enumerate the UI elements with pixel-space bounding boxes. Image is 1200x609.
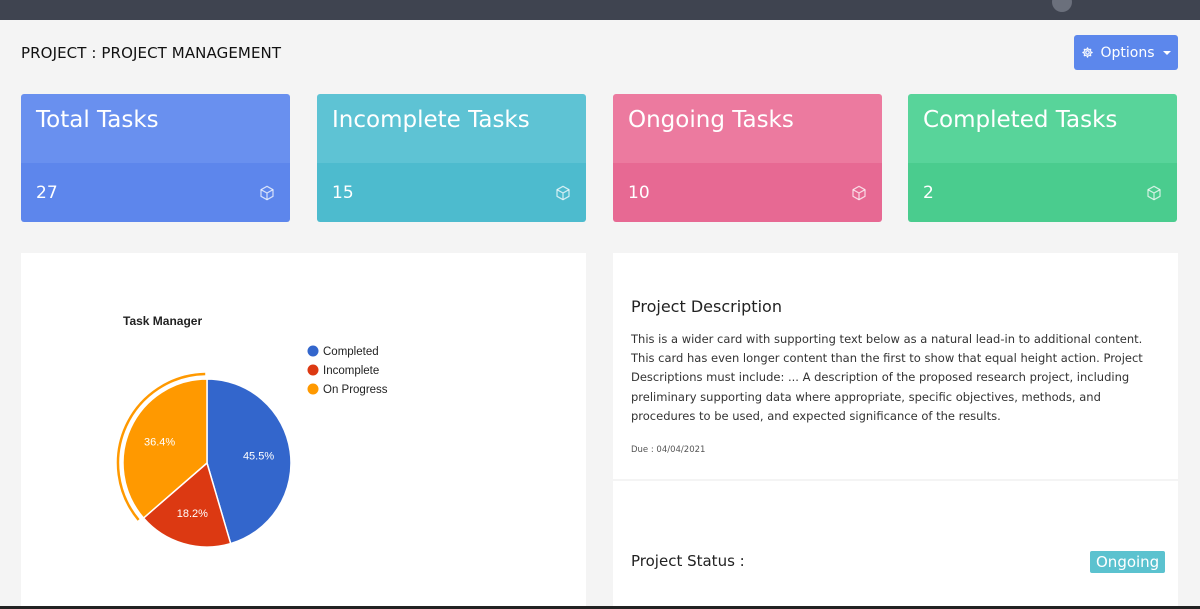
stat-value: 2 (923, 182, 934, 203)
legend-marker (307, 364, 319, 376)
status-badge: Ongoing (1090, 551, 1166, 573)
gear-icon (1082, 47, 1094, 58)
legend-label[interactable]: Incomplete (323, 365, 379, 377)
project-description-card: Project Description This is a wider card… (613, 253, 1178, 479)
legend-marker (307, 345, 319, 357)
chart-title: Task Manager (123, 314, 202, 328)
stat-value: 10 (628, 182, 650, 203)
project-status-card: Project Status : Ongoing (613, 481, 1178, 609)
status-label: Project Status : (631, 552, 745, 570)
pie-data-label: 45.5% (243, 451, 274, 463)
description-title: Project Description (631, 297, 782, 316)
cube-icon (852, 185, 866, 200)
legend-label[interactable]: On Progress (323, 384, 388, 396)
options-button[interactable]: Options (1074, 35, 1178, 70)
chart-card: Task Manager 45.5% 18.2% 36.4% Completed In… (21, 253, 586, 609)
stat-card-ongoing-tasks[interactable]: Ongoing Tasks 10 (613, 94, 882, 222)
stat-card-completed-tasks[interactable]: Completed Tasks 2 (908, 94, 1177, 222)
description-text: This is a wider card with supporting tex… (631, 332, 1143, 423)
stat-title: Incomplete Tasks (317, 94, 586, 163)
legend-label[interactable]: Completed (323, 346, 379, 358)
due-date: Due : 04/04/2021 (631, 445, 706, 455)
pie-data-label: 18.2% (177, 508, 208, 520)
page-title: PROJECT : PROJECT MANAGEMENT (21, 44, 282, 62)
stat-card-total-tasks[interactable]: Total Tasks 27 (21, 94, 290, 222)
top-navbar (0, 0, 1200, 20)
cube-icon (260, 185, 274, 200)
pie-data-label: 36.4% (144, 436, 175, 448)
stat-title: Total Tasks (21, 94, 290, 163)
legend-marker (307, 383, 319, 395)
options-label: Options (1100, 44, 1155, 61)
cube-icon (1147, 185, 1161, 200)
caret-down-icon (1162, 50, 1171, 55)
stat-value: 27 (36, 182, 58, 203)
stat-card-incomplete-tasks[interactable]: Incomplete Tasks 15 (317, 94, 586, 222)
stat-title: Completed Tasks (908, 94, 1177, 163)
stat-title: Ongoing Tasks (613, 94, 882, 163)
avatar[interactable] (1052, 0, 1072, 12)
cube-icon (556, 185, 570, 200)
stat-value: 15 (332, 182, 354, 203)
pie-chart: Task Manager 45.5% 18.2% 36.4% Completed In… (116, 314, 388, 548)
